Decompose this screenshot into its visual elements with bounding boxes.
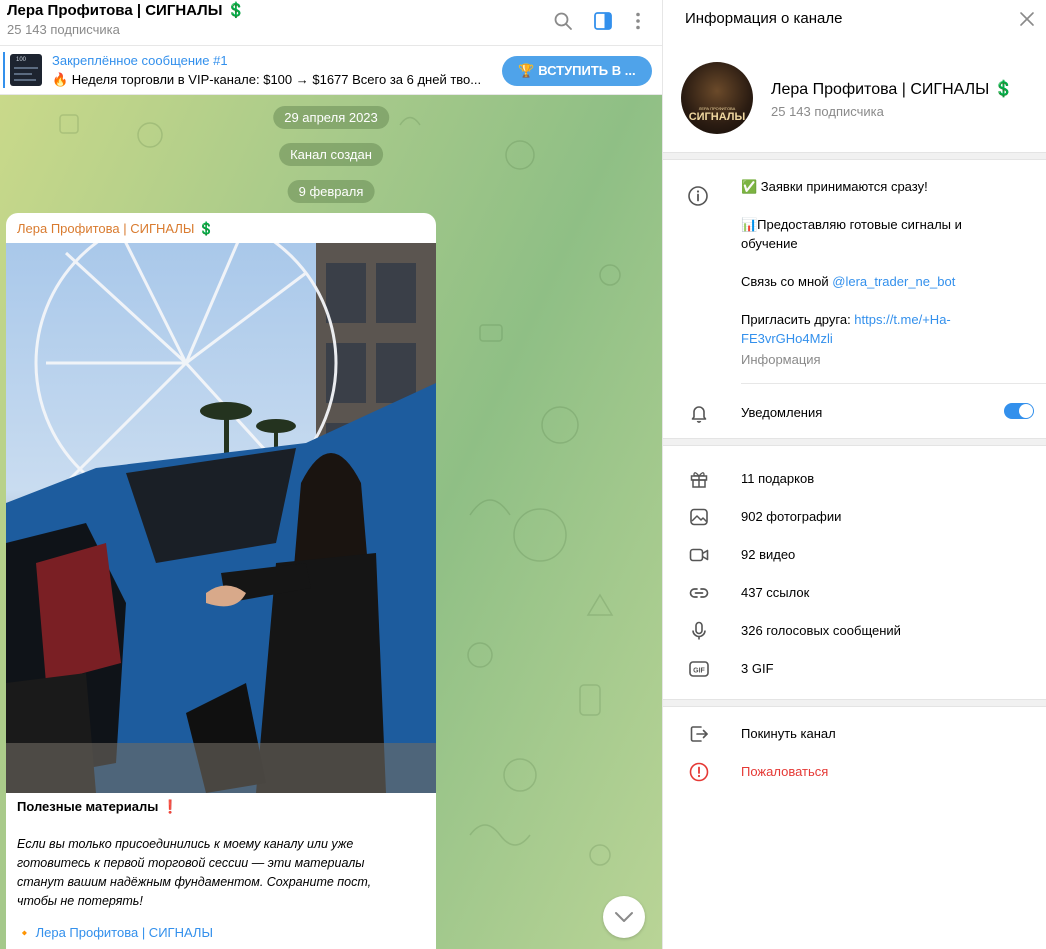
contact-line: Связь со мной @lera_trader_ne_bot: [741, 272, 981, 291]
join-button[interactable]: 🏆 ВСТУПИТЬ В ...: [502, 56, 652, 86]
invite-prefix: Пригласить друга:: [741, 312, 855, 327]
notifications-label[interactable]: Уведомления: [741, 405, 822, 420]
channel-avatar[interactable]: ЛЕРА ПРОФИТОВА СИГНАЛЫ: [681, 62, 753, 134]
info-icon: [688, 186, 708, 206]
pinned-thumbnail: 100: [10, 54, 42, 86]
chat-subscribers: 25 143 подписчика: [7, 22, 120, 37]
pinned-text[interactable]: 🔥 Неделя торговли в VIP-канале: $100 → $…: [52, 72, 484, 88]
post-signature[interactable]: Лера Профитова | СИГНАЛЫ: [36, 925, 213, 940]
panel-channel-name: Лера Профитова | СИГНАЛЫ 💲: [771, 81, 1014, 98]
post-signature-line[interactable]: 🔸 Лера Профитова | СИГНАЛЫ: [17, 925, 213, 940]
diamond-icon: 🔸: [17, 926, 32, 940]
close-icon[interactable]: [1019, 11, 1035, 27]
panel-subscribers: 25 143 подписчика: [771, 104, 884, 119]
post-author[interactable]: Лера Профитова | СИГНАЛЫ 💲: [17, 221, 214, 237]
channel-post[interactable]: Лера Профитова | СИГНАЛЫ 💲 Полезные мате…: [6, 213, 436, 949]
chat-header[interactable]: Лера Профитова | СИГНАЛЫ 💲 25 143 подпис…: [0, 0, 662, 46]
videos-link[interactable]: 92 видео: [741, 547, 795, 562]
chat-column: Лера Профитова | СИГНАЛЫ 💲 25 143 подпис…: [0, 0, 662, 949]
svg-text:GIF: GIF: [693, 668, 705, 675]
section-separator: [663, 699, 1046, 707]
avatar-caption: СИГНАЛЫ: [688, 111, 746, 123]
gif-icon: GIF: [689, 661, 709, 677]
contact-prefix: Связь со мной: [741, 274, 833, 289]
report-icon: [689, 762, 709, 782]
sidebar-toggle-icon[interactable]: [592, 10, 614, 32]
photos-link[interactable]: 902 фотографии: [741, 509, 841, 524]
gif-link[interactable]: 3 GIF: [741, 661, 774, 676]
description-line-1: ✅ Заявки принимаются сразу!: [741, 179, 928, 194]
leave-icon: [690, 726, 708, 742]
pinned-message-bar[interactable]: 100 Закреплённое сообщение #1 🔥 Неделя т…: [0, 46, 662, 95]
post-body: Если вы только присоединились к моему ка…: [17, 837, 372, 908]
section-separator: [663, 152, 1046, 160]
date-divider: 9 февраля: [287, 180, 375, 203]
date-divider: 29 апреля 2023: [273, 106, 389, 129]
info-label: Информация: [741, 352, 821, 367]
gifts-link[interactable]: 11 подарков: [741, 471, 814, 486]
chat-background: 29 апреля 2023 Канал создан 9 февраля Ле…: [0, 95, 662, 949]
chevron-down-icon: [615, 912, 633, 922]
gift-icon: [690, 472, 708, 488]
service-message: Канал создан: [279, 143, 383, 166]
toggle-knob: [1019, 404, 1033, 418]
photo-icon: [690, 508, 708, 526]
scroll-down-button[interactable]: [603, 896, 645, 938]
section-separator: [663, 438, 1046, 446]
notifications-toggle[interactable]: [1004, 403, 1034, 419]
post-heading: Полезные материалы ❗: [17, 799, 179, 814]
report-button[interactable]: Пожаловаться: [741, 764, 828, 779]
panel-title: Информация о канале: [685, 10, 843, 27]
bell-icon: [691, 406, 707, 423]
links-link[interactable]: 437 ссылок: [741, 585, 809, 600]
pinned-title[interactable]: Закреплённое сообщение #1: [52, 53, 228, 68]
link-icon: [689, 588, 709, 598]
divider: [741, 383, 1046, 384]
pinned-indicator: [3, 52, 5, 88]
contact-link[interactable]: @lera_trader_ne_bot: [832, 274, 955, 289]
more-options-icon[interactable]: [627, 10, 649, 32]
search-icon[interactable]: [552, 10, 574, 32]
photo-illustration: [6, 243, 436, 793]
microphone-icon: [692, 621, 706, 640]
channel-info-panel: Информация о канале ЛЕРА ПРОФИТОВА СИГНА…: [662, 0, 1046, 949]
voice-messages-link[interactable]: 326 голосовых сообщений: [741, 623, 901, 638]
pinned-thumbnail-text: 100: [16, 57, 27, 63]
invite-line: Пригласить друга: https://t.me/+Ha-FE3vr…: [741, 310, 981, 348]
chat-title[interactable]: Лера Профитова | СИГНАЛЫ 💲: [7, 1, 245, 19]
leave-channel-button[interactable]: Покинуть канал: [741, 726, 836, 741]
post-photo[interactable]: [6, 243, 436, 793]
description-line-2: 📊Предоставляю готовые сигналы и обучение: [741, 217, 962, 251]
video-icon: [689, 548, 709, 562]
